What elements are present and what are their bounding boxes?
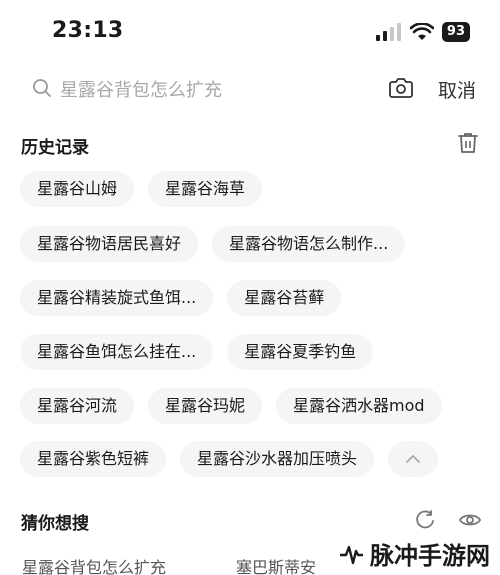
guess-item[interactable]: 塞巴斯蒂安 [236, 554, 316, 575]
guess-list: 星露谷背包怎么扩充 塞巴斯蒂安 [22, 554, 316, 575]
history-chip[interactable]: 星露谷精装旋式鱼饵... [20, 280, 214, 316]
history-chip[interactable]: 星露谷夏季钓鱼 [227, 334, 374, 370]
history-chip[interactable]: 星露谷洒水器mod [276, 388, 442, 424]
history-chip[interactable]: 星露谷紫色短裤 [20, 441, 167, 477]
signal-icon [375, 23, 401, 41]
history-chip[interactable]: 星露谷山姆 [20, 171, 135, 207]
search-icon [33, 79, 51, 97]
history-chip[interactable]: 星露谷河流 [20, 388, 135, 424]
eye-icon[interactable] [458, 509, 482, 531]
history-chip[interactable]: 星露谷沙水器加压喷头 [180, 441, 375, 477]
search-bar: 取消 [0, 70, 500, 110]
wifi-icon [409, 23, 434, 40]
status-icons: 93 [375, 22, 470, 42]
history-row-6: 星露谷紫色短裤 星露谷沙水器加压喷头 [20, 441, 439, 477]
history-chip[interactable]: 星露谷玛妮 [148, 388, 263, 424]
refresh-icon[interactable] [414, 509, 436, 531]
trash-icon[interactable] [456, 131, 480, 155]
status-bar: 23:13 93 [0, 0, 500, 62]
cancel-button[interactable]: 取消 [438, 76, 476, 103]
history-chip[interactable]: 星露谷鱼饵怎么挂在... [20, 334, 214, 370]
history-chip[interactable]: 星露谷物语怎么制作... [212, 226, 406, 262]
battery-indicator: 93 [441, 22, 470, 42]
history-title: 历史记录 [21, 138, 89, 158]
history-row-4: 星露谷鱼饵怎么挂在... 星露谷夏季钓鱼 [20, 334, 374, 370]
watermark: 脉冲手游网 [336, 536, 490, 571]
history-chip[interactable]: 星露谷物语居民喜好 [20, 226, 199, 262]
guess-title: 猜你想搜 [21, 514, 89, 534]
history-row-3: 星露谷精装旋式鱼饵... 星露谷苔藓 [20, 280, 342, 316]
search-input[interactable] [60, 74, 370, 106]
collapse-history-button[interactable] [388, 441, 439, 477]
watermark-text: 脉冲手游网 [370, 542, 490, 570]
history-row-5: 星露谷河流 星露谷玛妮 星露谷洒水器mod [20, 388, 442, 424]
watermark-logo [340, 545, 363, 564]
history-row-2: 星露谷物语居民喜好 星露谷物语怎么制作... [20, 226, 406, 262]
history-row-1: 星露谷山姆 星露谷海草 [20, 171, 263, 207]
chevron-up-icon [406, 455, 420, 463]
guess-item[interactable]: 星露谷背包怎么扩充 [22, 554, 166, 575]
history-chip[interactable]: 星露谷海草 [148, 171, 263, 207]
guess-actions [414, 509, 482, 531]
history-chip[interactable]: 星露谷苔藓 [227, 280, 342, 316]
camera-icon[interactable] [388, 76, 414, 100]
status-time: 23:13 [52, 18, 124, 43]
